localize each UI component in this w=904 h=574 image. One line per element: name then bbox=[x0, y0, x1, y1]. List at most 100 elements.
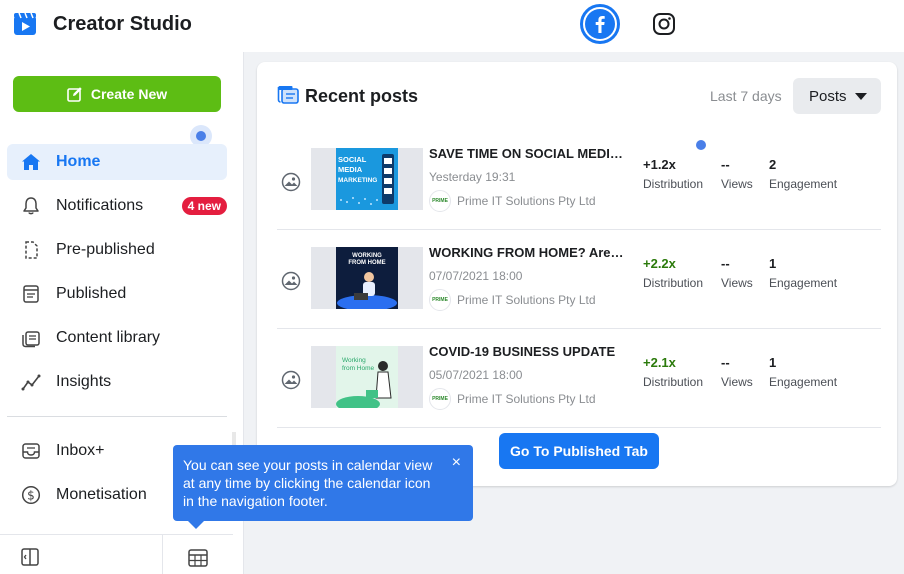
top-bar: Creator Studio bbox=[0, 0, 904, 52]
sidebar-divider bbox=[7, 416, 227, 417]
post-title[interactable]: WORKING FROM HOME? Are you ready? bbox=[429, 245, 624, 260]
sidebar-item-published[interactable]: Published bbox=[7, 276, 227, 312]
calendar-icon[interactable] bbox=[187, 547, 209, 569]
distribution-metric: +2.2x Distribution bbox=[643, 256, 703, 290]
distribution-metric: +2.1x Distribution bbox=[643, 355, 703, 389]
distribution-value: +2.2x bbox=[643, 256, 676, 271]
views-value: -- bbox=[721, 256, 730, 271]
sidebar-item-insights[interactable]: Insights bbox=[7, 364, 227, 400]
thumb-text: Working bbox=[342, 357, 366, 364]
engagement-label: Engagement bbox=[769, 375, 838, 389]
notifications-badge: 4 new bbox=[181, 197, 227, 215]
facebook-tab[interactable] bbox=[580, 4, 620, 44]
views-label: Views bbox=[721, 375, 753, 389]
views-metric: -- Views bbox=[721, 157, 753, 191]
distribution-label: Distribution bbox=[643, 276, 704, 290]
tooltip-text: You can see your posts in calendar view … bbox=[183, 457, 433, 509]
tooltip-arrow bbox=[188, 521, 204, 529]
post-type-dropdown[interactable]: Posts bbox=[793, 78, 881, 114]
bell-icon bbox=[19, 194, 43, 218]
sidebar-item-label: Inbox+ bbox=[56, 442, 105, 459]
app-title: Creator Studio bbox=[53, 13, 192, 35]
post-thumbnail[interactable]: Working from Home bbox=[311, 346, 423, 408]
post-date: Yesterday 19:31 bbox=[429, 170, 516, 184]
views-label: Views bbox=[721, 276, 753, 290]
sidebar-item-label: Content library bbox=[56, 329, 161, 346]
engagement-metric: 2 Engagement bbox=[769, 157, 837, 191]
table-row[interactable]: WORKING FROM HOME WORKING FROM HOME? Are… bbox=[277, 231, 881, 329]
library-icon bbox=[19, 326, 43, 350]
creator-studio-logo-icon bbox=[13, 12, 37, 36]
sidebar-item-label: Home bbox=[56, 153, 101, 170]
distribution-label: Distribution bbox=[643, 375, 704, 389]
thumb-text-2: from Home bbox=[342, 365, 375, 372]
views-value: -- bbox=[721, 355, 730, 370]
post-date: 07/07/2021 18:00 bbox=[429, 269, 523, 283]
views-value: -- bbox=[721, 157, 730, 172]
post-date: 05/07/2021 18:00 bbox=[429, 368, 523, 382]
table-row[interactable]: Working from Home COVID-19 BUSINESS UPDA… bbox=[277, 330, 881, 428]
footer-separator bbox=[162, 535, 163, 574]
engagement-metric: 1 Engagement bbox=[769, 256, 837, 290]
sidebar-footer bbox=[0, 534, 233, 574]
post-page: PRIME Prime IT Solutions Pty Ltd bbox=[429, 388, 596, 410]
instagram-icon bbox=[653, 13, 675, 35]
dollar-icon: $ bbox=[19, 483, 43, 507]
sidebar-item-label: Notifications bbox=[56, 197, 144, 214]
distribution-value: +1.2x bbox=[643, 157, 676, 172]
chevron-down-icon bbox=[855, 93, 867, 100]
thumb-text-line3: MARKETING bbox=[338, 177, 377, 184]
post-title[interactable]: SAVE TIME ON SOCIAL MEDIA MARKETING bbox=[429, 146, 624, 161]
date-range-label: Last 7 days bbox=[710, 88, 782, 104]
post-thumbnail[interactable]: WORKING FROM HOME bbox=[311, 247, 423, 309]
table-row[interactable]: SOCIAL MEDIA MARKETING SAVE TIME ON SOCI… bbox=[277, 132, 881, 230]
post-thumbnail[interactable]: SOCIAL MEDIA MARKETING bbox=[311, 148, 423, 210]
sidebar-item-label: Insights bbox=[56, 373, 112, 390]
collapse-sidebar-icon[interactable] bbox=[20, 547, 40, 567]
go-to-published-button[interactable]: Go To Published Tab bbox=[499, 433, 659, 469]
page-name: Prime IT Solutions Pty Ltd bbox=[457, 293, 596, 307]
engagement-label: Engagement bbox=[769, 276, 838, 290]
distribution-metric: +1.2x Distribution bbox=[643, 157, 703, 191]
views-metric: -- Views bbox=[721, 355, 753, 389]
create-new-button[interactable]: Create New bbox=[13, 76, 221, 112]
calendar-tooltip: You can see your posts in calendar view … bbox=[173, 445, 473, 529]
sidebar-item-notifications[interactable]: Notifications 4 new bbox=[7, 188, 227, 224]
engagement-label: Engagement bbox=[769, 177, 838, 191]
distribution-value: +2.1x bbox=[643, 355, 676, 370]
page-name: Prime IT Solutions Pty Ltd bbox=[457, 392, 596, 406]
post-title[interactable]: COVID-19 BUSINESS UPDATE bbox=[429, 344, 624, 359]
views-metric: -- Views bbox=[721, 256, 753, 290]
distribution-label: Distribution bbox=[643, 177, 704, 191]
sidebar-item-label: Pre-published bbox=[56, 241, 155, 258]
card-title: Recent posts bbox=[305, 86, 419, 106]
inbox-icon bbox=[19, 439, 43, 463]
published-icon bbox=[19, 282, 43, 306]
close-icon[interactable]: × bbox=[452, 455, 461, 471]
sidebar-item-home[interactable]: Home bbox=[7, 144, 227, 180]
edit-icon bbox=[67, 87, 82, 102]
post-page: PRIME Prime IT Solutions Pty Ltd bbox=[429, 190, 596, 212]
sidebar-item-label: Monetisation bbox=[56, 486, 147, 503]
create-new-label: Create New bbox=[90, 86, 168, 102]
page-avatar: PRIME bbox=[429, 388, 451, 410]
recent-posts-card: Recent posts Last 7 days Posts SOCIAL ME… bbox=[257, 62, 897, 486]
thumb-text-line1: SOCIAL bbox=[338, 155, 367, 164]
svg-text:$: $ bbox=[27, 489, 35, 503]
home-icon bbox=[19, 150, 43, 174]
image-post-icon bbox=[281, 172, 301, 192]
engagement-metric: 1 Engagement bbox=[769, 355, 837, 389]
engagement-value: 1 bbox=[769, 355, 777, 370]
sidebar-item-pre-published[interactable]: Pre-published bbox=[7, 232, 227, 268]
thumb-text-line2: MEDIA bbox=[338, 165, 363, 174]
insights-icon bbox=[19, 370, 43, 394]
image-post-icon bbox=[281, 271, 301, 291]
instagram-tab[interactable] bbox=[650, 10, 678, 38]
sidebar-item-content-library[interactable]: Content library bbox=[7, 320, 227, 356]
facebook-icon bbox=[585, 9, 615, 39]
thumb-text: WORKING bbox=[352, 253, 382, 259]
engagement-value: 1 bbox=[769, 256, 777, 271]
sidebar-item-label: Published bbox=[56, 285, 127, 302]
onboarding-dot[interactable] bbox=[696, 140, 706, 150]
post-type-value: Posts bbox=[809, 87, 847, 105]
